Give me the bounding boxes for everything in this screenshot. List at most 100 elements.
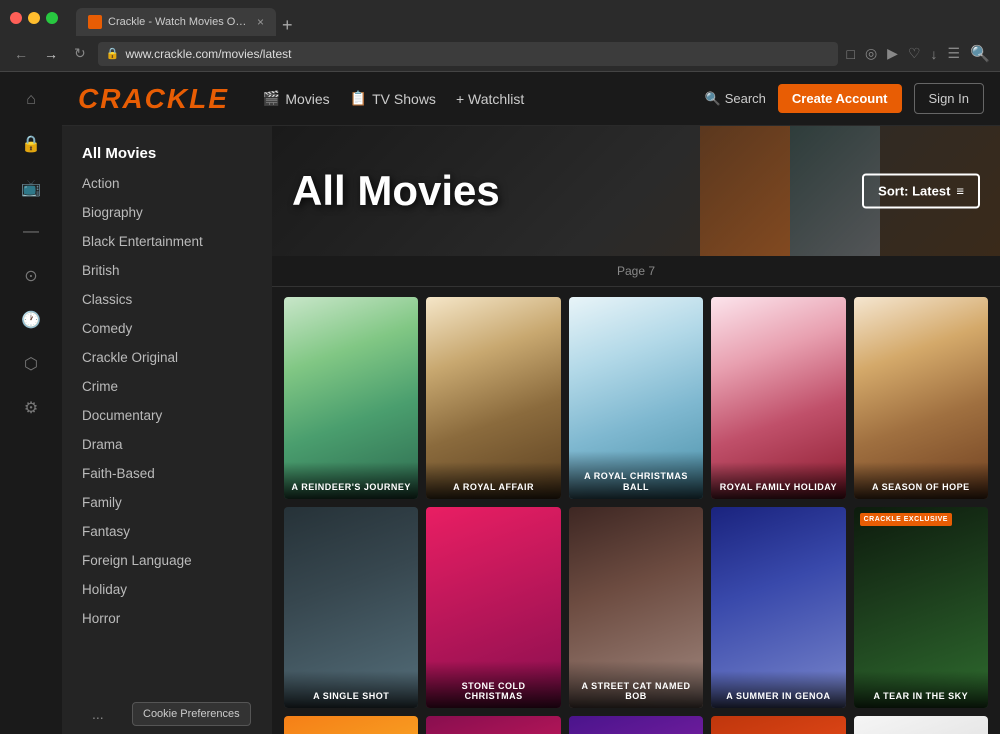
download-icon[interactable]: ↓ bbox=[931, 46, 938, 62]
forward-button[interactable]: → bbox=[40, 44, 62, 64]
movie-card-13[interactable]: Movie 14 bbox=[711, 716, 845, 734]
cookie-preferences-button[interactable]: Cookie Preferences bbox=[132, 702, 251, 726]
movie-title-6: Stone Cold Christmas bbox=[426, 661, 560, 709]
movie-title-3: Royal Family Holiday bbox=[711, 462, 845, 499]
tab-close-button[interactable]: × bbox=[257, 15, 264, 29]
movie-poster-8: A Summer in Genoa bbox=[711, 507, 845, 709]
movie-poster-12: Movie 13 bbox=[569, 716, 703, 734]
movie-card-6[interactable]: Stone Cold Christmas bbox=[426, 507, 560, 709]
category-item-action[interactable]: Action bbox=[62, 169, 272, 198]
category-item-family[interactable]: Family bbox=[62, 488, 272, 517]
sign-in-button[interactable]: Sign In bbox=[914, 83, 984, 114]
movie-card-5[interactable]: A Single Shot bbox=[284, 507, 418, 709]
minimize-window-button[interactable] bbox=[28, 12, 40, 24]
movies-grid: A Reindeer's JourneyA Royal AffairA Roya… bbox=[272, 287, 1000, 734]
browser-tabs: Crackle - Watch Movies Online... × + bbox=[76, 0, 293, 36]
url-text: www.crackle.com/movies/latest bbox=[125, 47, 291, 61]
nav-watchlist[interactable]: + Watchlist bbox=[456, 91, 524, 107]
category-item-crackle-original[interactable]: Crackle Original bbox=[62, 343, 272, 372]
movie-poster-9: CRACKLE EXCLUSIVEA Tear in the Sky bbox=[854, 507, 988, 709]
crackle-badge-9: CRACKLE EXCLUSIVE bbox=[860, 513, 952, 526]
toolbar-icons: □ ◎ ▶ ♡ ↓ ☰ 🔍 bbox=[846, 44, 990, 64]
main-wrapper: CRACKLE 🎬 Movies 📋 TV Shows + Watchlist … bbox=[62, 72, 1000, 734]
sort-label: Sort: Latest bbox=[878, 184, 950, 199]
movie-poster-14: A White, White Day bbox=[854, 716, 988, 734]
menu-icon[interactable]: ☰ bbox=[948, 45, 961, 62]
movie-card-14[interactable]: A White, White Day bbox=[854, 716, 988, 734]
navbar: CRACKLE 🎬 Movies 📋 TV Shows + Watchlist … bbox=[62, 72, 1000, 126]
sidebar-icon-gear[interactable]: ⚙ bbox=[13, 390, 49, 426]
movie-title-2: A Royal Christmas Ball bbox=[569, 451, 703, 499]
sidebar-icon-home[interactable]: ⌂ bbox=[13, 82, 49, 118]
sidebar-icon-dash[interactable]: — bbox=[13, 214, 49, 250]
movie-card-3[interactable]: Royal Family Holiday bbox=[711, 297, 845, 499]
category-item-british[interactable]: British bbox=[62, 256, 272, 285]
movie-card-12[interactable]: Movie 13 bbox=[569, 716, 703, 734]
movie-card-10[interactable]: Movie 11 bbox=[284, 716, 418, 734]
category-item-crime[interactable]: Crime bbox=[62, 372, 272, 401]
movie-card-0[interactable]: A Reindeer's Journey bbox=[284, 297, 418, 499]
movie-poster-7: A Street Cat Named Bob bbox=[569, 507, 703, 709]
movie-poster-4: A Season of Hope bbox=[854, 297, 988, 499]
category-item-horror[interactable]: Horror bbox=[62, 604, 272, 633]
hero-bg-image-1 bbox=[700, 126, 790, 256]
sidebar-icon-clock[interactable]: 🕐 bbox=[13, 302, 49, 338]
movie-card-11[interactable]: Movie 12 bbox=[426, 716, 560, 734]
nav-tv-shows[interactable]: 📋 TV Shows bbox=[350, 90, 436, 107]
movie-card-9[interactable]: CRACKLE EXCLUSIVEA Tear in the Sky bbox=[854, 507, 988, 709]
tv-icon: 📋 bbox=[350, 90, 367, 107]
sidebar-icons-panel: ⌂ 🔒 📺 — ⊙ 🕐 ⬡ ⚙ bbox=[0, 72, 62, 734]
camera-icon[interactable]: ◎ bbox=[865, 45, 877, 62]
maximize-window-button[interactable] bbox=[46, 12, 58, 24]
content-area: All MoviesActionBiographyBlack Entertain… bbox=[62, 126, 1000, 734]
close-window-button[interactable] bbox=[10, 12, 22, 24]
category-item-faith-based[interactable]: Faith-Based bbox=[62, 459, 272, 488]
category-item-all-movies[interactable]: All Movies bbox=[62, 138, 272, 169]
lock-icon: 🔒 bbox=[106, 47, 120, 60]
category-item-fantasy[interactable]: Fantasy bbox=[62, 517, 272, 546]
nav-movies[interactable]: 🎬 Movies bbox=[263, 90, 330, 107]
movies-hero: All Movies Sort: Latest ≡ bbox=[272, 126, 1000, 256]
hero-bg-images bbox=[700, 126, 880, 256]
movie-poster-6: Stone Cold Christmas bbox=[426, 507, 560, 709]
category-item-comedy[interactable]: Comedy bbox=[62, 314, 272, 343]
chrome-search-icon[interactable]: 🔍 bbox=[970, 44, 990, 64]
movie-poster-11: Movie 12 bbox=[426, 716, 560, 734]
more-options-dots[interactable]: ... bbox=[92, 706, 104, 722]
play-icon[interactable]: ▶ bbox=[887, 45, 898, 62]
sidebar-icon-tv[interactable]: 📺 bbox=[13, 170, 49, 206]
movie-card-2[interactable]: A Royal Christmas Ball bbox=[569, 297, 703, 499]
category-item-biography[interactable]: Biography bbox=[62, 198, 272, 227]
movie-card-7[interactable]: A Street Cat Named Bob bbox=[569, 507, 703, 709]
sidebar-icon-lock[interactable]: 🔒 bbox=[13, 126, 49, 162]
movie-poster-0: A Reindeer's Journey bbox=[284, 297, 418, 499]
tab-favicon bbox=[88, 15, 102, 29]
screenshot-icon[interactable]: □ bbox=[846, 46, 854, 62]
category-item-holiday[interactable]: Holiday bbox=[62, 575, 272, 604]
address-bar[interactable]: 🔒 www.crackle.com/movies/latest bbox=[98, 42, 839, 66]
category-item-classics[interactable]: Classics bbox=[62, 285, 272, 314]
category-item-drama[interactable]: Drama bbox=[62, 430, 272, 459]
movie-card-4[interactable]: A Season of Hope bbox=[854, 297, 988, 499]
movie-card-8[interactable]: A Summer in Genoa bbox=[711, 507, 845, 709]
search-icon: 🔍 bbox=[705, 91, 721, 107]
category-item-documentary[interactable]: Documentary bbox=[62, 401, 272, 430]
browser-toolbar: ← → ↻ 🔒 www.crackle.com/movies/latest □ … bbox=[0, 36, 1000, 72]
category-item-black-entertainment[interactable]: Black Entertainment bbox=[62, 227, 272, 256]
active-tab[interactable]: Crackle - Watch Movies Online... × bbox=[76, 8, 276, 36]
refresh-button[interactable]: ↻ bbox=[70, 43, 90, 64]
sort-button[interactable]: Sort: Latest ≡ bbox=[862, 174, 980, 209]
heart-icon[interactable]: ♡ bbox=[908, 45, 921, 62]
logo[interactable]: CRACKLE bbox=[78, 83, 229, 115]
sidebar-icon-cube[interactable]: ⬡ bbox=[13, 346, 49, 382]
page-title: All Movies bbox=[292, 167, 500, 215]
create-account-button[interactable]: Create Account bbox=[778, 84, 902, 113]
nav-right: 🔍 Search Create Account Sign In bbox=[705, 83, 984, 114]
movie-card-1[interactable]: A Royal Affair bbox=[426, 297, 560, 499]
category-item-foreign-language[interactable]: Foreign Language bbox=[62, 546, 272, 575]
new-tab-button[interactable]: + bbox=[282, 15, 293, 36]
sidebar-icon-circle[interactable]: ⊙ bbox=[13, 258, 49, 294]
search-button[interactable]: 🔍 Search bbox=[705, 91, 766, 107]
back-button[interactable]: ← bbox=[10, 44, 32, 64]
movies-icon: 🎬 bbox=[263, 90, 280, 107]
